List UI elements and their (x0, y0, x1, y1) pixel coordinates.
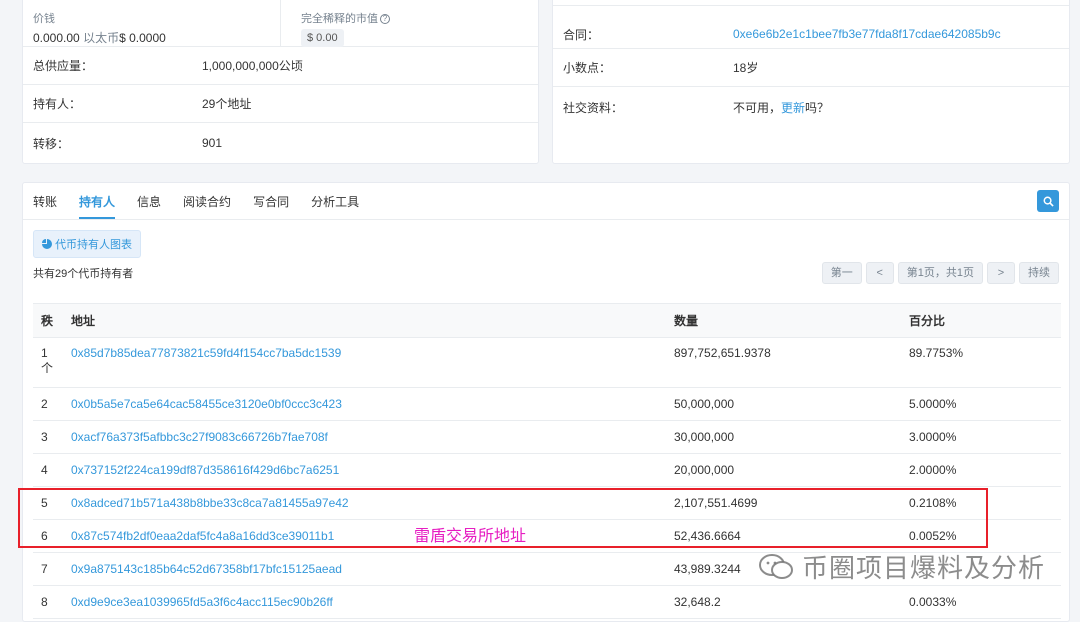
col-address: 地址 (63, 303, 666, 338)
price-value: 0.000.00 以太币$ 0.0000 (33, 31, 166, 45)
table-header: 秩 地址 数量 百分比 (33, 303, 1061, 338)
address-cell: 0xd9e9ce3ea1039965fd5a3f6c4acc115ec90b26… (63, 585, 666, 619)
page-prev-button[interactable]: < (865, 262, 894, 284)
tab-read-contract[interactable]: 阅读合约 (183, 183, 231, 219)
update-link[interactable]: 更新 (781, 101, 805, 115)
tab-analytics[interactable]: 分析工具 (311, 183, 359, 219)
address-link[interactable]: 0x85d7b85dea77873821c59fd4f154cc7ba5dc15… (71, 346, 341, 360)
contract-row: 合同： 0xe6e6b2e1c1bee7fb3e77fda8f17cdae642… (553, 5, 1069, 49)
percentage-cell: 3.0000% (901, 420, 1061, 454)
table-row: 2 0x0b5a5e7ca5e64cac58455ce3120e0bf0ccc3c… (33, 387, 1061, 421)
tab-bar: 转账 持有人 信息 阅读合约 写合同 分析工具 (23, 183, 1069, 220)
percentage-cell: 5.0000% (901, 387, 1061, 421)
contract-link[interactable]: 0xe6e6b2e1c1bee7fb3e77fda8f17cdae642085b… (733, 27, 1001, 41)
total-supply-label: 总供应量： (33, 59, 94, 73)
address-cell: 0x9a875143c185b64c52d67358bf17bfc15125ae… (63, 552, 666, 586)
holders-label: 持有人： (33, 97, 82, 111)
table-row: 4 0x737152f224ca199df87d358616f429d6bc7a6… (33, 453, 1061, 487)
contract-label: 合同： (563, 27, 600, 42)
address-link[interactable]: 0x0b5a5e7ca5e64cac58455ce3120e0bf0ccc3c4… (71, 397, 342, 411)
address-link[interactable]: 0x9a875143c185b64c52d67358bf17bfc15125ae… (71, 562, 342, 576)
quantity-cell: 50,000,000 (666, 387, 901, 421)
holders-row: 持有人： 29个地址 (23, 85, 538, 123)
address-cell: 0x85d7b85dea77873821c59fd4f154cc7ba5dc15… (63, 337, 666, 388)
quantity-cell: 20,000,000 (666, 453, 901, 487)
market-cap-block: 完全稀释的市值? $ 0.00 (281, 0, 390, 47)
overview-card: 价钱 0.000.00 以太币$ 0.0000 完全稀释的市值? $ 0.00 … (22, 0, 539, 164)
annotation-text: 雷盾交易所地址 (414, 526, 527, 545)
col-rank: 秩 (33, 303, 63, 338)
address-cell: 0xacf76a373f5afbbc3c27f9083c66726b7fae70… (63, 420, 666, 454)
decimals-row: 小数点： 18岁 (553, 49, 1069, 87)
market-cap-label: 完全稀释的市值? (301, 10, 390, 26)
quantity-cell: 32,648.2 (666, 585, 901, 619)
percentage-cell: 0.0033% (901, 585, 1061, 619)
pagination: 第一 < 第1页，共1页 > 持续 (821, 262, 1059, 284)
address-link[interactable]: 0xd9e9ce3ea1039965fd5a3f6c4acc115ec90b26… (71, 595, 333, 609)
tab-holders[interactable]: 持有人 (79, 183, 116, 219)
quantity-cell: 897,752,651.9378 (666, 337, 901, 388)
price-unit: 以太币 (83, 31, 120, 45)
page-first-button[interactable]: 第一 (821, 262, 862, 284)
watermark: 币圈项目爆料及分析 (758, 548, 1045, 585)
tab-write-contract[interactable]: 写合同 (253, 183, 289, 219)
price-label: 价钱 (33, 13, 55, 25)
holders-value: 29个地址 (202, 97, 252, 111)
profile-card: 合同： 0xe6e6b2e1c1bee7fb3e77fda8f17cdae642… (552, 0, 1070, 164)
price-row: 价钱 0.000.00 以太币$ 0.0000 完全稀释的市值? $ 0.00 (23, 0, 538, 47)
market-cap-value: $ 0.00 (301, 29, 344, 47)
address-link[interactable]: 0x737152f224ca199df87d358616f429d6bc7a62… (71, 463, 339, 477)
percentage-cell: 2.0000% (901, 453, 1061, 487)
page-info: 第1页，共1页 (897, 262, 983, 284)
transfers-value: 901 (202, 136, 223, 150)
rank-cell: 8 (33, 585, 63, 619)
quantity-cell: 30,000,000 (666, 420, 901, 454)
decimals-value: 18岁 (733, 61, 759, 75)
rank-cell: 4 (33, 453, 63, 487)
search-button[interactable] (1037, 190, 1059, 212)
social-label: 社交资料： (563, 100, 624, 115)
price-usd: $ 0.0000 (119, 31, 166, 45)
address-cell: 0x737152f224ca199df87d358616f429d6bc7a62… (63, 453, 666, 487)
social-row: 社交资料： 不可用，更新吗？ (553, 87, 1069, 127)
transfers-label: 转移： (33, 136, 70, 151)
transfers-row: 转移： 901 (23, 123, 538, 163)
address-cell: 0x0b5a5e7ca5e64cac58455ce3120e0bf0ccc3c4… (63, 387, 666, 421)
holder-chart-button[interactable]: 代币持有人图表 (33, 230, 142, 258)
help-icon[interactable]: ? (380, 14, 390, 24)
rank-cell: 2 (33, 387, 63, 421)
pie-chart-icon (42, 239, 52, 249)
search-icon (1043, 196, 1054, 207)
tab-transfers[interactable]: 转账 (33, 183, 57, 219)
col-percentage: 百分比 (901, 303, 1061, 338)
address-link[interactable]: 0xacf76a373f5afbbc3c27f9083c66726b7fae70… (71, 430, 328, 444)
price-block: 价钱 0.000.00 以太币$ 0.0000 (23, 0, 281, 46)
holder-count-text: 共有29个代币持有者 (33, 268, 134, 280)
decimals-label: 小数点： (563, 61, 612, 75)
wechat-icon (759, 553, 793, 579)
total-supply-row: 总供应量： 1,000,000,000公顷 (23, 47, 538, 85)
total-supply-value: 1,000,000,000公顷 (202, 59, 303, 73)
table-row: 8 0xd9e9ce3ea1039965fd5a3f6c4acc115ec90b2… (33, 585, 1061, 619)
rank-cell: 7 (33, 552, 63, 586)
social-value: 不可用，更新吗？ (733, 100, 830, 115)
page-next-button[interactable]: > (987, 262, 1015, 284)
rank-cell: 3 (33, 420, 63, 454)
percentage-cell: 89.7753% (901, 337, 1061, 388)
table-row: 3 0xacf76a373f5afbbc3c27f9083c66726b7fae7… (33, 420, 1061, 454)
table-row: 1 个 0x85d7b85dea77873821c59fd4f154cc7ba5d… (33, 337, 1061, 388)
rank-cell: 1 个 (33, 337, 63, 388)
page-last-button[interactable]: 持续 (1019, 262, 1059, 284)
tab-info[interactable]: 信息 (137, 183, 161, 219)
col-quantity: 数量 (666, 303, 901, 338)
